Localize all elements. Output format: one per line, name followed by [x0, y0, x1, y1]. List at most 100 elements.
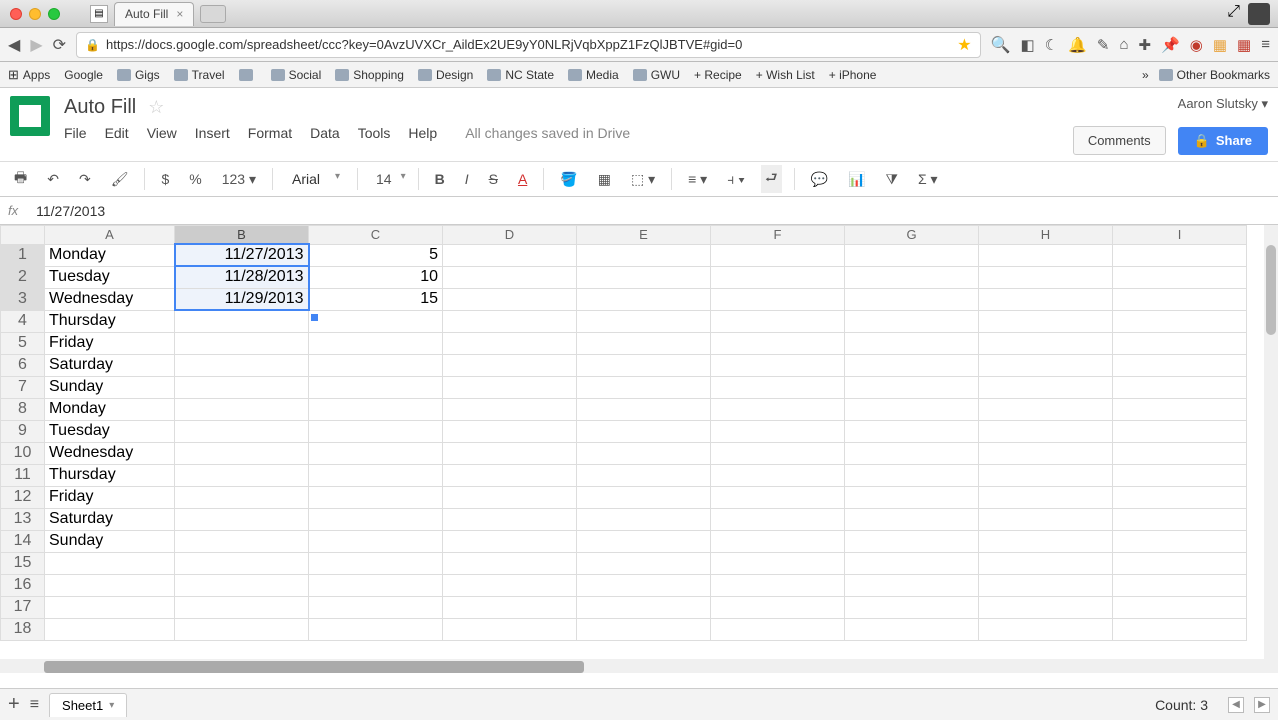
cell-H3[interactable] — [979, 288, 1113, 310]
cell-D14[interactable] — [443, 530, 577, 552]
cell-G6[interactable] — [845, 354, 979, 376]
cell-C8[interactable] — [309, 398, 443, 420]
cell-H7[interactable] — [979, 376, 1113, 398]
cell-H14[interactable] — [979, 530, 1113, 552]
cell-C1[interactable]: 5 — [309, 244, 443, 266]
cell-D11[interactable] — [443, 464, 577, 486]
cell-G13[interactable] — [845, 508, 979, 530]
cell-F1[interactable] — [711, 244, 845, 266]
cell-A11[interactable]: Thursday — [45, 464, 175, 486]
cell-F15[interactable] — [711, 552, 845, 574]
tab-close-icon[interactable]: × — [176, 7, 183, 21]
cell-B12[interactable] — [175, 486, 309, 508]
cell-D7[interactable] — [443, 376, 577, 398]
row-header-5[interactable]: 5 — [1, 332, 45, 354]
cell-F2[interactable] — [711, 266, 845, 288]
cell-B1[interactable]: 11/27/2013 — [175, 244, 309, 266]
cell-D1[interactable] — [443, 244, 577, 266]
document-title[interactable]: Auto Fill — [64, 96, 136, 119]
ext-icon[interactable]: ▦ — [1213, 36, 1227, 54]
cell-A14[interactable]: Sunday — [45, 530, 175, 552]
comments-button[interactable]: Comments — [1073, 126, 1166, 155]
cell-C17[interactable] — [309, 596, 443, 618]
cell-I4[interactable] — [1113, 310, 1247, 332]
cell-D9[interactable] — [443, 420, 577, 442]
cell-I16[interactable] — [1113, 574, 1247, 596]
cell-C9[interactable] — [309, 420, 443, 442]
menu-insert[interactable]: Insert — [195, 125, 230, 141]
forward-button[interactable]: ▶ — [30, 35, 42, 55]
cell-F11[interactable] — [711, 464, 845, 486]
cell-G7[interactable] — [845, 376, 979, 398]
cell-A9[interactable]: Tuesday — [45, 420, 175, 442]
cell-I10[interactable] — [1113, 442, 1247, 464]
bookmark-folder[interactable]: Media — [568, 68, 619, 82]
reload-button[interactable]: ⟳ — [53, 35, 66, 55]
cell-D3[interactable] — [443, 288, 577, 310]
bookmark-folder[interactable]: NC State — [487, 68, 554, 82]
cell-G10[interactable] — [845, 442, 979, 464]
cell-E1[interactable] — [577, 244, 711, 266]
menu-data[interactable]: Data — [310, 125, 340, 141]
cell-H5[interactable] — [979, 332, 1113, 354]
cell-G16[interactable] — [845, 574, 979, 596]
cell-G15[interactable] — [845, 552, 979, 574]
menu-tools[interactable]: Tools — [358, 125, 391, 141]
col-header-E[interactable]: E — [577, 226, 711, 245]
sheet-tab[interactable]: Sheet1 — [49, 693, 127, 717]
cell-H4[interactable] — [979, 310, 1113, 332]
v-align-button[interactable]: ⫞ ▾ — [723, 169, 749, 190]
cell-F17[interactable] — [711, 596, 845, 618]
text-color-button[interactable]: A — [514, 169, 531, 189]
cell-E4[interactable] — [577, 310, 711, 332]
cell-I14[interactable] — [1113, 530, 1247, 552]
row-header-8[interactable]: 8 — [1, 398, 45, 420]
ext-icon[interactable]: ◉ — [1190, 36, 1203, 54]
cell-F7[interactable] — [711, 376, 845, 398]
number-format-button[interactable]: 123 ▾ — [218, 169, 260, 190]
row-header-3[interactable]: 3 — [1, 288, 45, 310]
cell-G8[interactable] — [845, 398, 979, 420]
cell-D5[interactable] — [443, 332, 577, 354]
currency-format-button[interactable]: $ — [157, 169, 173, 189]
cell-G12[interactable] — [845, 486, 979, 508]
cell-C18[interactable] — [309, 618, 443, 640]
cell-B3[interactable]: 11/29/2013 — [175, 288, 309, 310]
cell-D2[interactable] — [443, 266, 577, 288]
cell-I11[interactable] — [1113, 464, 1247, 486]
paint-format-icon[interactable]: 🖌 — [107, 169, 133, 190]
undo-icon[interactable]: ↶ — [43, 169, 63, 190]
ext-icon[interactable]: 🔔 — [1068, 36, 1087, 54]
cell-F9[interactable] — [711, 420, 845, 442]
cell-G4[interactable] — [845, 310, 979, 332]
cell-E15[interactable] — [577, 552, 711, 574]
redo-icon[interactable]: ↷ — [75, 169, 95, 190]
cell-D16[interactable] — [443, 574, 577, 596]
cell-H11[interactable] — [979, 464, 1113, 486]
cell-E8[interactable] — [577, 398, 711, 420]
cell-E11[interactable] — [577, 464, 711, 486]
row-header-1[interactable]: 1 — [1, 244, 45, 266]
cell-F10[interactable] — [711, 442, 845, 464]
menu-file[interactable]: File — [64, 125, 87, 141]
cell-C4[interactable] — [309, 310, 443, 332]
cell-B18[interactable] — [175, 618, 309, 640]
cell-B10[interactable] — [175, 442, 309, 464]
cell-A1[interactable]: Monday — [45, 244, 175, 266]
cell-I13[interactable] — [1113, 508, 1247, 530]
cell-H13[interactable] — [979, 508, 1113, 530]
cell-H9[interactable] — [979, 420, 1113, 442]
cell-F4[interactable] — [711, 310, 845, 332]
cell-A15[interactable] — [45, 552, 175, 574]
h-align-button[interactable]: ≡ ▾ — [684, 169, 711, 190]
cell-A18[interactable] — [45, 618, 175, 640]
cell-A5[interactable]: Friday — [45, 332, 175, 354]
col-header-G[interactable]: G — [845, 226, 979, 245]
cell-C3[interactable]: 15 — [309, 288, 443, 310]
cell-E7[interactable] — [577, 376, 711, 398]
menu-help[interactable]: Help — [408, 125, 437, 141]
cell-H8[interactable] — [979, 398, 1113, 420]
row-header-9[interactable]: 9 — [1, 420, 45, 442]
col-header-H[interactable]: H — [979, 226, 1113, 245]
cell-A7[interactable]: Sunday — [45, 376, 175, 398]
